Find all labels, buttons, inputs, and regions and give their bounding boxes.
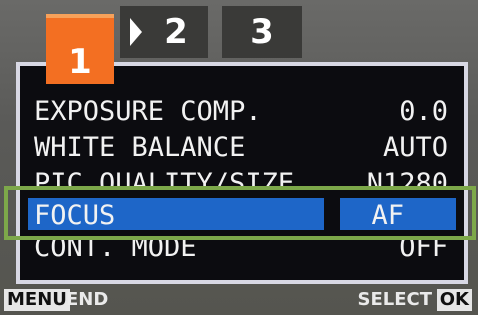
select-action: SELECT [357,289,432,310]
menu-key[interactable]: MENU [4,289,70,311]
menu-key-action: END [66,289,109,310]
selection-frame [4,186,476,240]
ok-key[interactable]: OK [436,289,472,311]
menu-item-white-balance[interactable]: WHITE BALANCE AUTO [20,130,464,170]
menu-item-label: WHITE BALANCE [34,132,246,163]
menu-item-value: AUTO [382,132,448,163]
tab-pointer-icon [130,18,142,46]
tab-3[interactable]: 3 [222,6,302,58]
menu-item-exposure-comp[interactable]: EXPOSURE COMP. 0.0 [20,94,464,134]
tab-2[interactable]: 2 [120,6,208,58]
menu-item-value: OFF [399,238,448,263]
menu-panel: EXPOSURE COMP. 0.0 WHITE BALANCE AUTO PI… [16,62,468,284]
menu-item-label: CONT. MODE [34,238,197,263]
menu-item-value: 0.0 [399,96,448,127]
camera-menu-screen: 2 3 EXPOSURE COMP. 0.0 WHITE BALANCE AUT… [0,0,478,315]
tab-1-label: 1 [68,42,92,82]
menu-item-label: EXPOSURE COMP. [34,96,262,127]
tab-1[interactable]: 1 [46,14,114,84]
footer-bar: MENU END SELECT OK [0,286,478,315]
menu-item-cont-mode[interactable]: CONT. MODE OFF [20,238,464,278]
tab-3-label: 3 [250,12,274,52]
tab-2-label: 2 [164,12,188,52]
